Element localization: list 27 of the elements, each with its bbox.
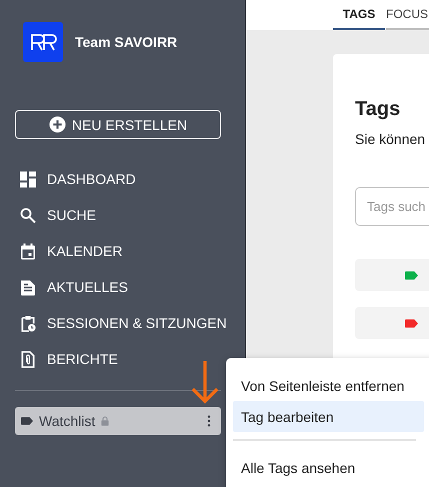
tab[interactable]: FOCUS [386, 0, 429, 30]
document-icon [20, 278, 36, 296]
nav-item[interactable]: SUCHE [0, 197, 245, 233]
dashboard-icon [20, 170, 36, 188]
calendar-icon [20, 242, 36, 260]
attachment-file-icon [20, 350, 36, 368]
menu-item[interactable]: Tag bearbeiten [233, 401, 424, 432]
tab[interactable]: TAGS [333, 0, 385, 30]
search-icon [20, 206, 36, 224]
logo-icon [23, 22, 63, 62]
nav-item[interactable]: AKTUELLES [0, 269, 245, 305]
tag-icon [21, 417, 33, 425]
create-button[interactable]: NEU ERSTELLEN [15, 110, 221, 139]
search-field[interactable]: Tags such [355, 187, 429, 226]
page-title: Tags [355, 98, 402, 121]
menu-item[interactable]: Alle Tags ansehen [233, 452, 424, 483]
plus-icon [48, 116, 66, 133]
more-icon[interactable] [207, 415, 211, 427]
arrow-annotation [190, 360, 220, 405]
team-name: Team SAVOIRR [75, 34, 178, 50]
page-description: Sie können [355, 131, 426, 147]
nav-item[interactable]: KALENDER [0, 233, 245, 269]
sidebar-tag-item[interactable]: Watchlist [15, 407, 221, 435]
nav-item[interactable]: DASHBOARD [0, 161, 245, 197]
tag-label: Watchlist [39, 413, 96, 429]
nav-item[interactable]: SESSIONEN & SITZUNGEN [0, 305, 245, 341]
clipboard-clock-icon [20, 314, 36, 332]
